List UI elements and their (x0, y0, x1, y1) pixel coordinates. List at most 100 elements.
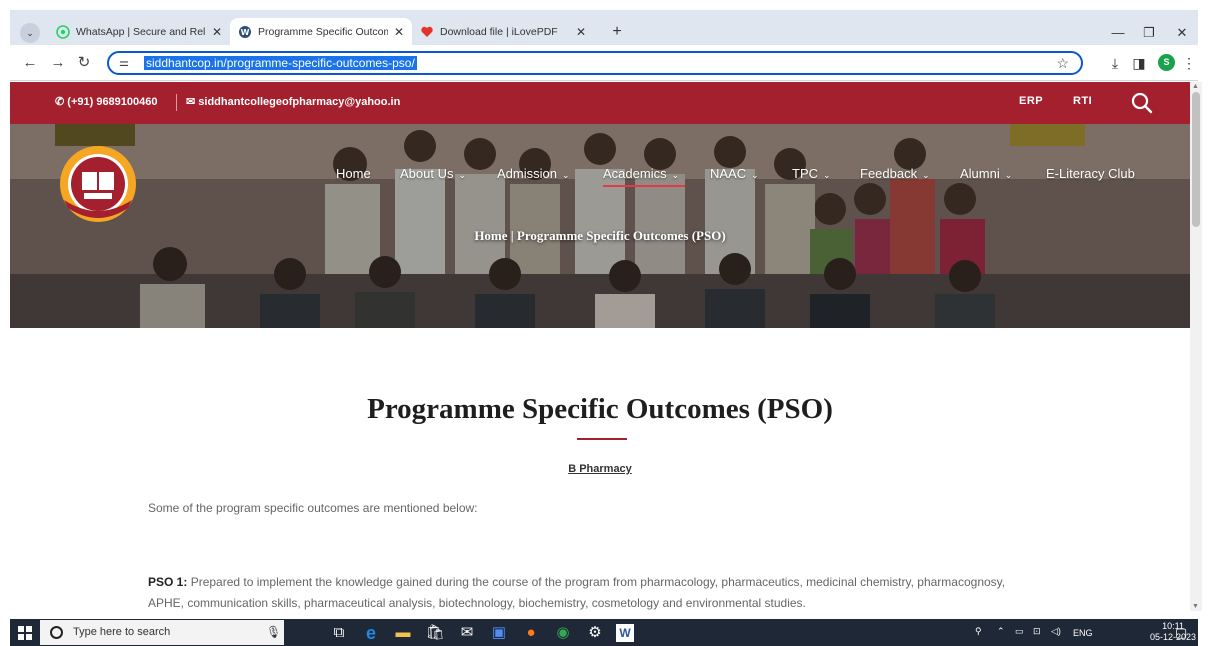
chevron-down-icon: ⌄ (922, 170, 930, 180)
svg-text:W: W (241, 28, 250, 37)
search-icon[interactable] (1130, 91, 1154, 115)
clock-time: 10:11 (1162, 621, 1184, 631)
nav-label: NAAC (710, 166, 747, 181)
title-underline (577, 438, 627, 440)
phone-number: (+91) 9689100460 (67, 96, 158, 108)
nav-label: Feedback (860, 166, 918, 181)
people-icon[interactable]: ⚲ (975, 626, 982, 637)
cortana-icon (50, 626, 63, 639)
chevron-down-icon: ⌄ (458, 170, 467, 180)
browser-toolbar: ← → ↻ ⚌ siddhantcop.in/programme-specifi… (10, 45, 1198, 81)
edge-icon[interactable]: e (360, 622, 382, 644)
tab-title: Programme Specific Outcomes (258, 25, 388, 38)
browser-tab-strip: ⌄ WhatsApp | Secure and Reliab ✕ W Progr… (10, 10, 1198, 45)
taskbar-search-box[interactable]: Type here to search 🎙 (40, 620, 284, 645)
chevron-down-icon: ⌄ (823, 170, 831, 180)
volume-icon[interactable]: ◁) (1051, 626, 1061, 637)
tab-whatsapp[interactable]: WhatsApp | Secure and Reliab ✕ (48, 18, 230, 45)
menu-icon[interactable]: ⋮ (1180, 54, 1198, 72)
side-panel-icon[interactable]: ◨ (1130, 54, 1148, 72)
email-address: siddhantcollegeofpharmacy@yahoo.in (198, 96, 401, 108)
clock[interactable]: 10:11 05-12-2023 (1150, 621, 1196, 643)
phone-link[interactable]: ✆ (+91) 9689100460 (55, 95, 158, 108)
chevron-down-icon: ⌄ (561, 170, 570, 180)
hero-banner: Home About Us ⌄ Admission ⌄ Academics ⌄ NAA… (10, 124, 1190, 328)
divider (176, 94, 177, 111)
nav-naac[interactable]: NAAC ⌄ (710, 166, 759, 181)
rti-link[interactable]: RTI (1073, 95, 1092, 107)
site-topbar: ✆ (+91) 9689100460 ✉ siddhantcollegeofph… (10, 82, 1190, 124)
file-explorer-icon[interactable]: ▬ (392, 622, 414, 644)
scroll-up-icon[interactable]: ▲ (1192, 83, 1199, 90)
chevron-up-icon[interactable]: ⌃ (997, 626, 1005, 637)
chevron-down-icon: ⌄ (751, 170, 759, 180)
tab-ilovepdf[interactable]: Download file | iLovePDF ✕ (412, 18, 594, 45)
store-icon[interactable]: 🛍 (424, 622, 446, 644)
scroll-thumb[interactable] (1192, 92, 1200, 227)
language-indicator[interactable]: ENG (1073, 628, 1093, 638)
download-icon[interactable]: ⤓ (1106, 54, 1124, 72)
web-page: ✆ (+91) 9689100460 ✉ siddhantcollegeofph… (10, 82, 1190, 611)
nav-label: Home (336, 166, 371, 181)
settings-icon[interactable]: ⚙ (584, 622, 606, 644)
notification-icon[interactable]: ▢ (1175, 625, 1187, 641)
network-icon[interactable]: ⊡ (1033, 626, 1041, 637)
windows-start-icon[interactable] (18, 626, 32, 640)
restore-icon[interactable]: ❐ (1134, 22, 1164, 44)
pso-item: PSO 1: Prepared to implement the knowled… (148, 572, 1008, 611)
ilovepdf-icon (421, 26, 433, 37)
chevron-down-icon: ⌄ (1004, 170, 1013, 180)
nav-home[interactable]: Home (336, 166, 371, 181)
bookmark-star-icon[interactable]: ☆ (1056, 55, 1069, 72)
profile-avatar[interactable]: S (1158, 54, 1175, 71)
tab-title: Download file | iLovePDF (440, 25, 558, 38)
reload-button[interactable]: ↻ (74, 53, 94, 73)
clock-date: 05-12-2023 (1150, 632, 1197, 642)
close-tab-icon[interactable]: ✕ (576, 25, 586, 39)
nav-label: Alumni (960, 166, 1000, 181)
app-icon[interactable]: ▣ (488, 622, 510, 644)
search-placeholder: Type here to search (73, 626, 171, 638)
close-window-icon[interactable]: ✕ (1167, 22, 1197, 44)
nav-label: About Us (400, 166, 454, 181)
tab-programme-specific-outcomes[interactable]: W Programme Specific Outcomes ✕ (230, 18, 412, 45)
minimize-icon[interactable]: — (1103, 22, 1133, 44)
back-button[interactable]: ← (20, 53, 40, 73)
pso-label: PSO 1: (148, 575, 188, 589)
pso-text: Prepared to implement the knowledge gain… (148, 575, 1006, 610)
chrome-icon[interactable]: ◉ (552, 622, 574, 644)
intro-text: Some of the program specific outcomes ar… (148, 501, 478, 515)
close-tab-icon[interactable]: ✕ (212, 25, 222, 39)
wordpress-icon: W (239, 25, 251, 38)
nav-label: E-Literacy Club (1046, 166, 1135, 181)
word-icon[interactable]: W (616, 624, 634, 642)
nav-tpc[interactable]: TPC ⌄ (792, 166, 831, 181)
nav-academics[interactable]: Academics ⌄ (603, 166, 679, 181)
firefox-icon[interactable]: ● (520, 622, 542, 644)
nav-active-indicator (603, 185, 685, 187)
nav-about-us[interactable]: About Us ⌄ (400, 166, 466, 181)
program-name: B Pharmacy (568, 463, 632, 475)
site-info-icon[interactable]: ⚌ (119, 56, 129, 69)
nav-label: TPC (792, 166, 818, 181)
microphone-icon[interactable]: 🎙 (266, 625, 281, 639)
task-view-icon[interactable]: ⧉ (328, 622, 350, 644)
erp-link[interactable]: ERP (1019, 95, 1043, 107)
forward-button[interactable]: → (48, 53, 68, 73)
new-tab-button[interactable]: + (606, 22, 628, 44)
windows-taskbar: Type here to search 🎙 ⧉ e ▬ 🛍 ✉ ▣ ● ◉ ⚙ … (10, 619, 1198, 646)
nav-alumni[interactable]: Alumni ⌄ (960, 166, 1012, 181)
nav-admission[interactable]: Admission ⌄ (497, 166, 570, 181)
email-link[interactable]: ✉ siddhantcollegeofpharmacy@yahoo.in (186, 95, 400, 108)
nav-e-literacy-club[interactable]: E-Literacy Club (1046, 166, 1135, 181)
page-scrollbar[interactable]: ▲ ▼ (1190, 82, 1202, 611)
scroll-down-icon[interactable]: ▼ (1192, 603, 1199, 610)
url-text: siddhantcop.in/programme-specific-outcom… (144, 56, 417, 70)
mail-icon[interactable]: ✉ (456, 622, 478, 644)
nav-feedback[interactable]: Feedback ⌄ (860, 166, 930, 181)
battery-icon[interactable]: ▭ (1015, 626, 1024, 637)
page-title: Programme Specific Outcomes (PSO) (367, 393, 833, 425)
tab-search-button[interactable]: ⌄ (20, 23, 40, 43)
close-tab-icon[interactable]: ✕ (394, 25, 404, 39)
address-bar[interactable]: ⚌ siddhantcop.in/programme-specific-outc… (107, 51, 1083, 75)
